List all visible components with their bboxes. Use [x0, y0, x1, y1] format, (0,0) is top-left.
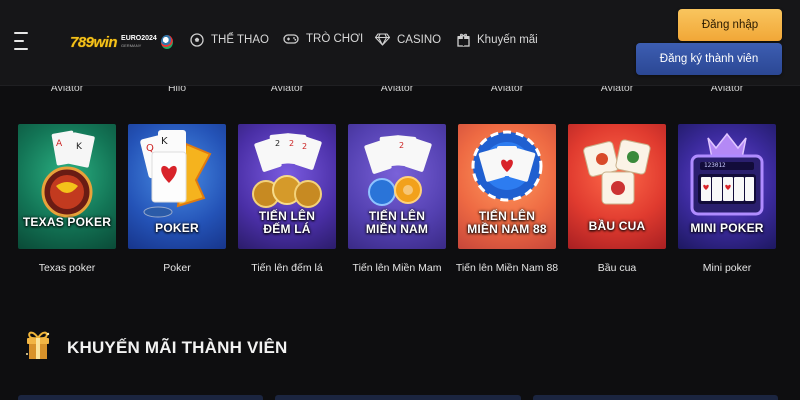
- game-thumbnail: 2 2 2 TIẾN LÊN ĐẾM LÁ: [238, 124, 336, 249]
- game-caption[interactable]: Mini poker: [678, 262, 776, 274]
- logo-text: 789win: [70, 33, 118, 51]
- promo-card[interactable]: [532, 395, 778, 400]
- svg-text:A: A: [56, 139, 63, 149]
- game-thumbnail: BẦU CUA: [568, 124, 666, 249]
- game-art-title: TIẾN LÊN MIỀN NAM: [348, 210, 446, 236]
- svg-text:2: 2: [275, 139, 280, 148]
- promo-card[interactable]: [275, 395, 521, 400]
- promo-cards-strip: [18, 395, 778, 400]
- gamepad-icon: [283, 34, 299, 44]
- euro-badge-sub: GERMANY: [121, 43, 142, 48]
- game-card-tien-len-dem-la[interactable]: 2 2 2 TIẾN LÊN ĐẾM LÁ: [238, 124, 336, 249]
- jackpot-counter: 123012: [704, 162, 726, 169]
- game-thumbnail: 123012 MINI POKER: [678, 124, 776, 249]
- euro-badge: EURO2024 GERMANY: [121, 35, 157, 49]
- game-art-title: POKER: [155, 221, 199, 235]
- site-logo[interactable]: 789win EURO2024 GERMANY: [70, 30, 173, 54]
- game-caption[interactable]: Poker: [128, 262, 226, 274]
- diamond-icon: [375, 33, 390, 46]
- soccer-ball-icon: [190, 33, 204, 47]
- game-thumbnail: Q K POKER: [128, 124, 226, 249]
- register-button[interactable]: Đăng ký thành viên: [636, 43, 782, 75]
- game-caption[interactable]: Tiến lên đếm lá: [238, 262, 336, 274]
- game-card-texas-poker[interactable]: A K TEXAS POKER: [18, 124, 116, 249]
- game-art-title: TIẾN LÊN ĐẾM LÁ: [238, 210, 336, 236]
- euro-ball-icon: [160, 35, 173, 49]
- nav-casino[interactable]: CASINO: [375, 33, 441, 46]
- game-thumbnail: TIẾN LÊN MIỀN NAM 88: [458, 124, 556, 249]
- game-art-title-line2: MIỀN NAM 88: [467, 222, 547, 236]
- game-thumbnail: A K TEXAS POKER: [18, 124, 116, 249]
- gift-icon: [457, 33, 470, 47]
- promo-section-title: KHUYẾN MÃI THÀNH VIÊN: [67, 338, 288, 357]
- game-art-title: TIẾN LÊN MIỀN NAM 88: [458, 210, 556, 236]
- game-art-title: TEXAS POKER: [22, 215, 112, 229]
- menu-icon[interactable]: [14, 32, 28, 50]
- game-thumbnail: 2 TIẾN LÊN MIỀN NAM: [348, 124, 446, 249]
- nav-label: CASINO: [397, 33, 442, 46]
- promo-card[interactable]: [18, 395, 264, 400]
- game-caption[interactable]: Bầu cua: [568, 262, 666, 274]
- game-card-tien-len-mien-nam[interactable]: 2 TIẾN LÊN MIỀN NAM: [348, 124, 446, 249]
- nav-label: TRÒ CHƠI: [306, 33, 364, 45]
- game-card-bau-cua[interactable]: BẦU CUA: [568, 124, 666, 249]
- login-button[interactable]: Đăng nhập: [678, 9, 782, 41]
- game-art-title: MINI POKER: [690, 221, 764, 235]
- game-art-title-line2: ĐẾM LÁ: [263, 222, 311, 236]
- gift-icon: [26, 331, 50, 359]
- nav-sports[interactable]: THỂ THAO: [190, 33, 269, 47]
- euro-badge-title: EURO2024: [121, 35, 157, 42]
- game-caption[interactable]: Tiến lên Miền Mam: [348, 262, 446, 274]
- nav-games[interactable]: TRÒ CHƠI: [283, 33, 363, 45]
- game-card-tien-len-mien-nam-88[interactable]: TIẾN LÊN MIỀN NAM 88: [458, 124, 556, 249]
- svg-text:K: K: [161, 136, 168, 147]
- svg-text:2: 2: [302, 142, 307, 151]
- game-card-poker[interactable]: Q K POKER: [128, 124, 226, 249]
- nav-label: THỂ THAO: [211, 34, 269, 46]
- game-card-mini-poker[interactable]: 123012 MINI POKER: [678, 124, 776, 249]
- game-art-title-line2: MIỀN NAM: [365, 222, 429, 236]
- svg-text:2: 2: [289, 139, 294, 148]
- nav-label: Khuyến mãi: [477, 34, 538, 46]
- game-caption[interactable]: Texas poker: [18, 262, 116, 274]
- svg-text:2: 2: [399, 141, 404, 150]
- page: Aviator Hilo Aviator Aviator Aviator Avi…: [0, 0, 800, 400]
- top-header: 789win EURO2024 GERMANY THỂ THAO TRÒ CHƠ…: [0, 0, 800, 86]
- nav-promotions[interactable]: Khuyến mãi: [457, 33, 538, 47]
- game-caption[interactable]: Tiến lên Miền Nam 88: [452, 262, 562, 274]
- game-art-title: BẦU CUA: [588, 219, 646, 233]
